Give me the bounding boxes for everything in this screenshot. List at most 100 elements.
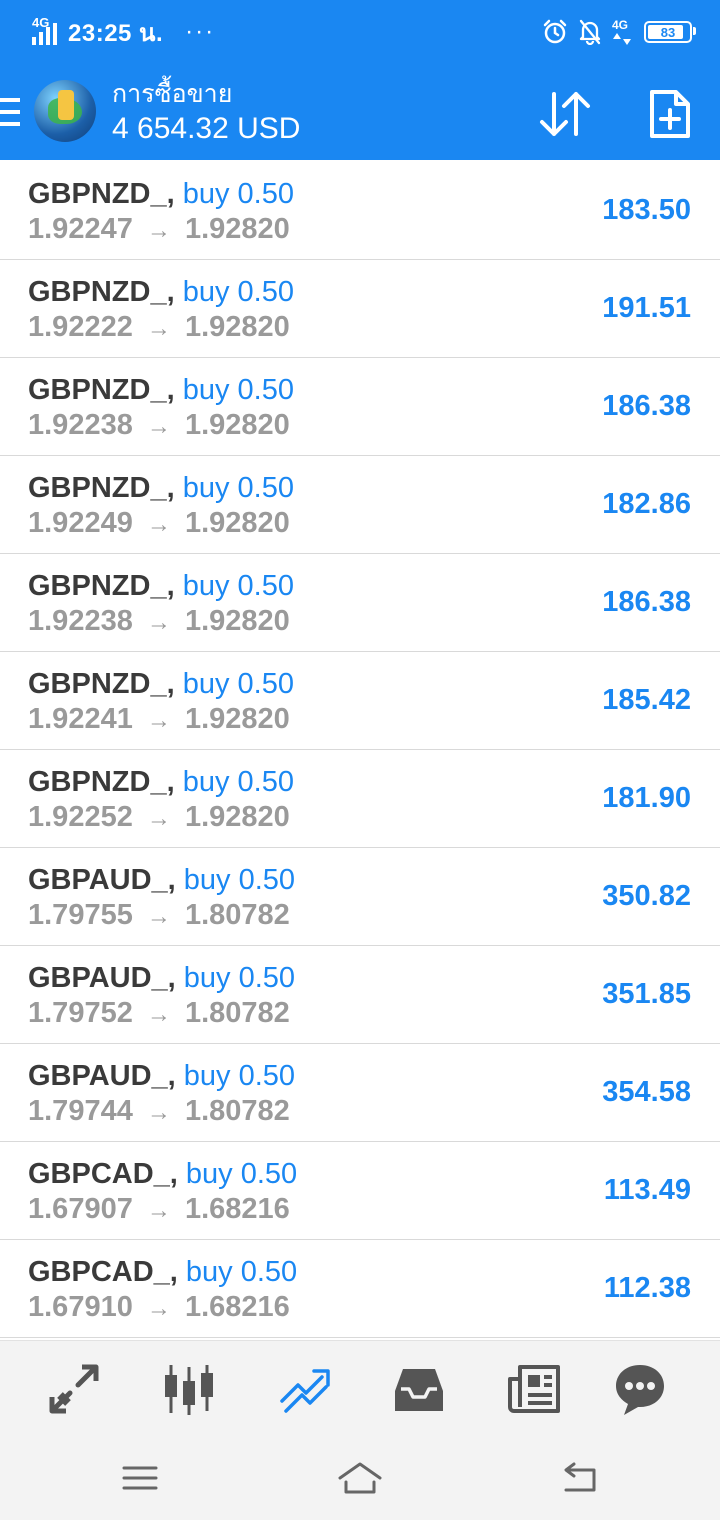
open-price: 1.92238 <box>28 409 133 441</box>
new-order-icon[interactable] <box>642 86 698 142</box>
current-price: 1.92820 <box>184 311 290 343</box>
position-symbol: GBPAUD_, <box>28 962 176 994</box>
position-profit: 351.85 <box>602 978 691 1010</box>
position-side: buy 0.50 <box>182 472 294 504</box>
account-balance: 4 654.32 USD <box>112 112 301 145</box>
position-profit: 354.58 <box>602 1076 691 1108</box>
position-side: buy 0.50 <box>183 962 296 994</box>
arrow-right-icon: → <box>146 1099 171 1126</box>
position-profit: 185.42 <box>602 684 691 716</box>
current-price: 1.92820 <box>184 703 290 735</box>
position-profit: 182.86 <box>602 488 691 520</box>
position-symbol: GBPNZD_, <box>28 276 175 308</box>
open-price: 1.92252 <box>28 801 133 833</box>
positions-list: GBPNZD_, buy 0.50 1.92247 → 1.92820 183.… <box>0 162 720 1338</box>
arrow-right-icon: → <box>146 413 171 440</box>
position-row[interactable]: GBPNZD_, buy 0.50 1.92238 → 1.92820 186.… <box>0 358 720 456</box>
position-profit: 191.51 <box>602 292 691 324</box>
clock: 23:25 น. <box>68 19 164 47</box>
position-symbol: GBPAUD_, <box>28 1060 176 1092</box>
position-row[interactable]: GBPNZD_, buy 0.50 1.92222 → 1.92820 191.… <box>0 260 720 358</box>
app-toolbar: การซื้อขาย 4 654.32 USD <box>0 64 720 160</box>
position-row[interactable]: GBPAUD_, buy 0.50 1.79755 → 1.80782 350.… <box>0 848 720 946</box>
current-price: 1.80782 <box>184 1095 290 1127</box>
quotes-icon[interactable] <box>46 1361 102 1417</box>
open-price: 1.92241 <box>28 703 133 735</box>
status-bar: 4G 23:25 น. ··· 4G 83 <box>0 0 720 64</box>
position-row[interactable]: GBPNZD_, buy 0.50 1.92247 → 1.92820 183.… <box>0 162 720 260</box>
back-icon[interactable] <box>556 1456 604 1500</box>
arrow-right-icon: → <box>146 707 171 734</box>
arrow-right-icon: → <box>146 217 171 244</box>
position-row[interactable]: GBPCAD_, buy 0.50 1.67907 → 1.68216 113.… <box>0 1142 720 1240</box>
alarm-icon <box>543 19 567 44</box>
open-price: 1.92222 <box>28 311 133 343</box>
position-side: buy 0.50 <box>182 668 294 700</box>
battery-icon: 83 <box>644 21 696 43</box>
position-side: buy 0.50 <box>182 374 294 406</box>
open-price: 1.79752 <box>28 997 133 1029</box>
open-price: 1.67907 <box>28 1193 133 1225</box>
arrow-right-icon: → <box>146 1001 171 1028</box>
bottom-nav <box>0 1340 720 1433</box>
arrow-right-icon: → <box>146 805 171 832</box>
chart-icon[interactable] <box>161 1361 217 1417</box>
arrow-right-icon: → <box>146 511 171 538</box>
position-row[interactable]: GBPNZD_, buy 0.50 1.92241 → 1.92820 185.… <box>0 652 720 750</box>
sort-icon[interactable] <box>536 86 592 142</box>
position-row[interactable]: GBPAUD_, buy 0.50 1.79744 → 1.80782 354.… <box>0 1044 720 1142</box>
position-profit: 183.50 <box>602 194 691 226</box>
position-row[interactable]: GBPNZD_, buy 0.50 1.92252 → 1.92820 181.… <box>0 750 720 848</box>
position-profit: 350.82 <box>602 880 691 912</box>
position-symbol: GBPNZD_, <box>28 472 175 504</box>
position-symbol: GBPNZD_, <box>28 374 175 406</box>
position-row[interactable]: GBPAUD_, buy 0.50 1.79752 → 1.80782 351.… <box>0 946 720 1044</box>
arrow-right-icon: → <box>146 1197 171 1224</box>
menu-icon[interactable] <box>0 98 20 130</box>
recent-apps-icon[interactable] <box>116 1456 164 1500</box>
open-price: 1.79755 <box>28 899 133 931</box>
position-profit: 112.38 <box>603 1272 691 1304</box>
mobile-data-indicator: 4G <box>612 18 634 46</box>
home-icon[interactable] <box>336 1456 384 1500</box>
position-side: buy 0.50 <box>183 1060 296 1092</box>
system-nav-bar <box>0 1432 720 1520</box>
position-profit: 181.90 <box>602 782 691 814</box>
position-symbol: GBPNZD_, <box>28 766 175 798</box>
arrow-right-icon: → <box>146 315 171 342</box>
position-row[interactable]: GBPNZD_, buy 0.50 1.92249 → 1.92820 182.… <box>0 456 720 554</box>
position-symbol: GBPNZD_, <box>28 178 175 210</box>
open-price: 1.79744 <box>28 1095 133 1127</box>
current-price: 1.92820 <box>184 409 290 441</box>
app-logo <box>34 80 96 142</box>
data-activity-icon <box>613 33 631 45</box>
page-title: การซื้อขาย <box>112 80 233 108</box>
more-notifications-icon: ··· <box>185 18 216 45</box>
position-symbol: GBPCAD_, <box>28 1158 178 1190</box>
current-price: 1.80782 <box>184 997 290 1029</box>
open-price: 1.92238 <box>28 605 133 637</box>
messages-icon[interactable] <box>612 1361 668 1417</box>
position-side: buy 0.50 <box>182 570 294 602</box>
history-icon[interactable] <box>391 1361 447 1417</box>
position-side: buy 0.50 <box>183 864 296 896</box>
arrow-right-icon: → <box>146 903 171 930</box>
position-side: buy 0.50 <box>185 1158 298 1190</box>
position-profit: 186.38 <box>602 390 691 422</box>
position-symbol: GBPAUD_, <box>28 864 176 896</box>
news-icon[interactable] <box>506 1361 562 1417</box>
position-symbol: GBPNZD_, <box>28 668 175 700</box>
current-price: 1.92820 <box>184 507 290 539</box>
position-side: buy 0.50 <box>182 276 294 308</box>
position-row[interactable]: GBPCAD_, buy 0.50 1.67910 → 1.68216 112.… <box>0 1240 720 1338</box>
position-side: buy 0.50 <box>182 766 294 798</box>
open-price: 1.92249 <box>28 507 133 539</box>
position-profit: 113.49 <box>603 1174 691 1206</box>
battery-level: 83 <box>660 24 676 40</box>
position-profit: 186.38 <box>602 586 691 618</box>
open-price: 1.92247 <box>28 213 133 245</box>
trade-icon[interactable] <box>276 1361 332 1417</box>
position-row[interactable]: GBPNZD_, buy 0.50 1.92238 → 1.92820 186.… <box>0 554 720 652</box>
current-price: 1.68216 <box>184 1193 290 1225</box>
current-price: 1.92820 <box>184 605 290 637</box>
